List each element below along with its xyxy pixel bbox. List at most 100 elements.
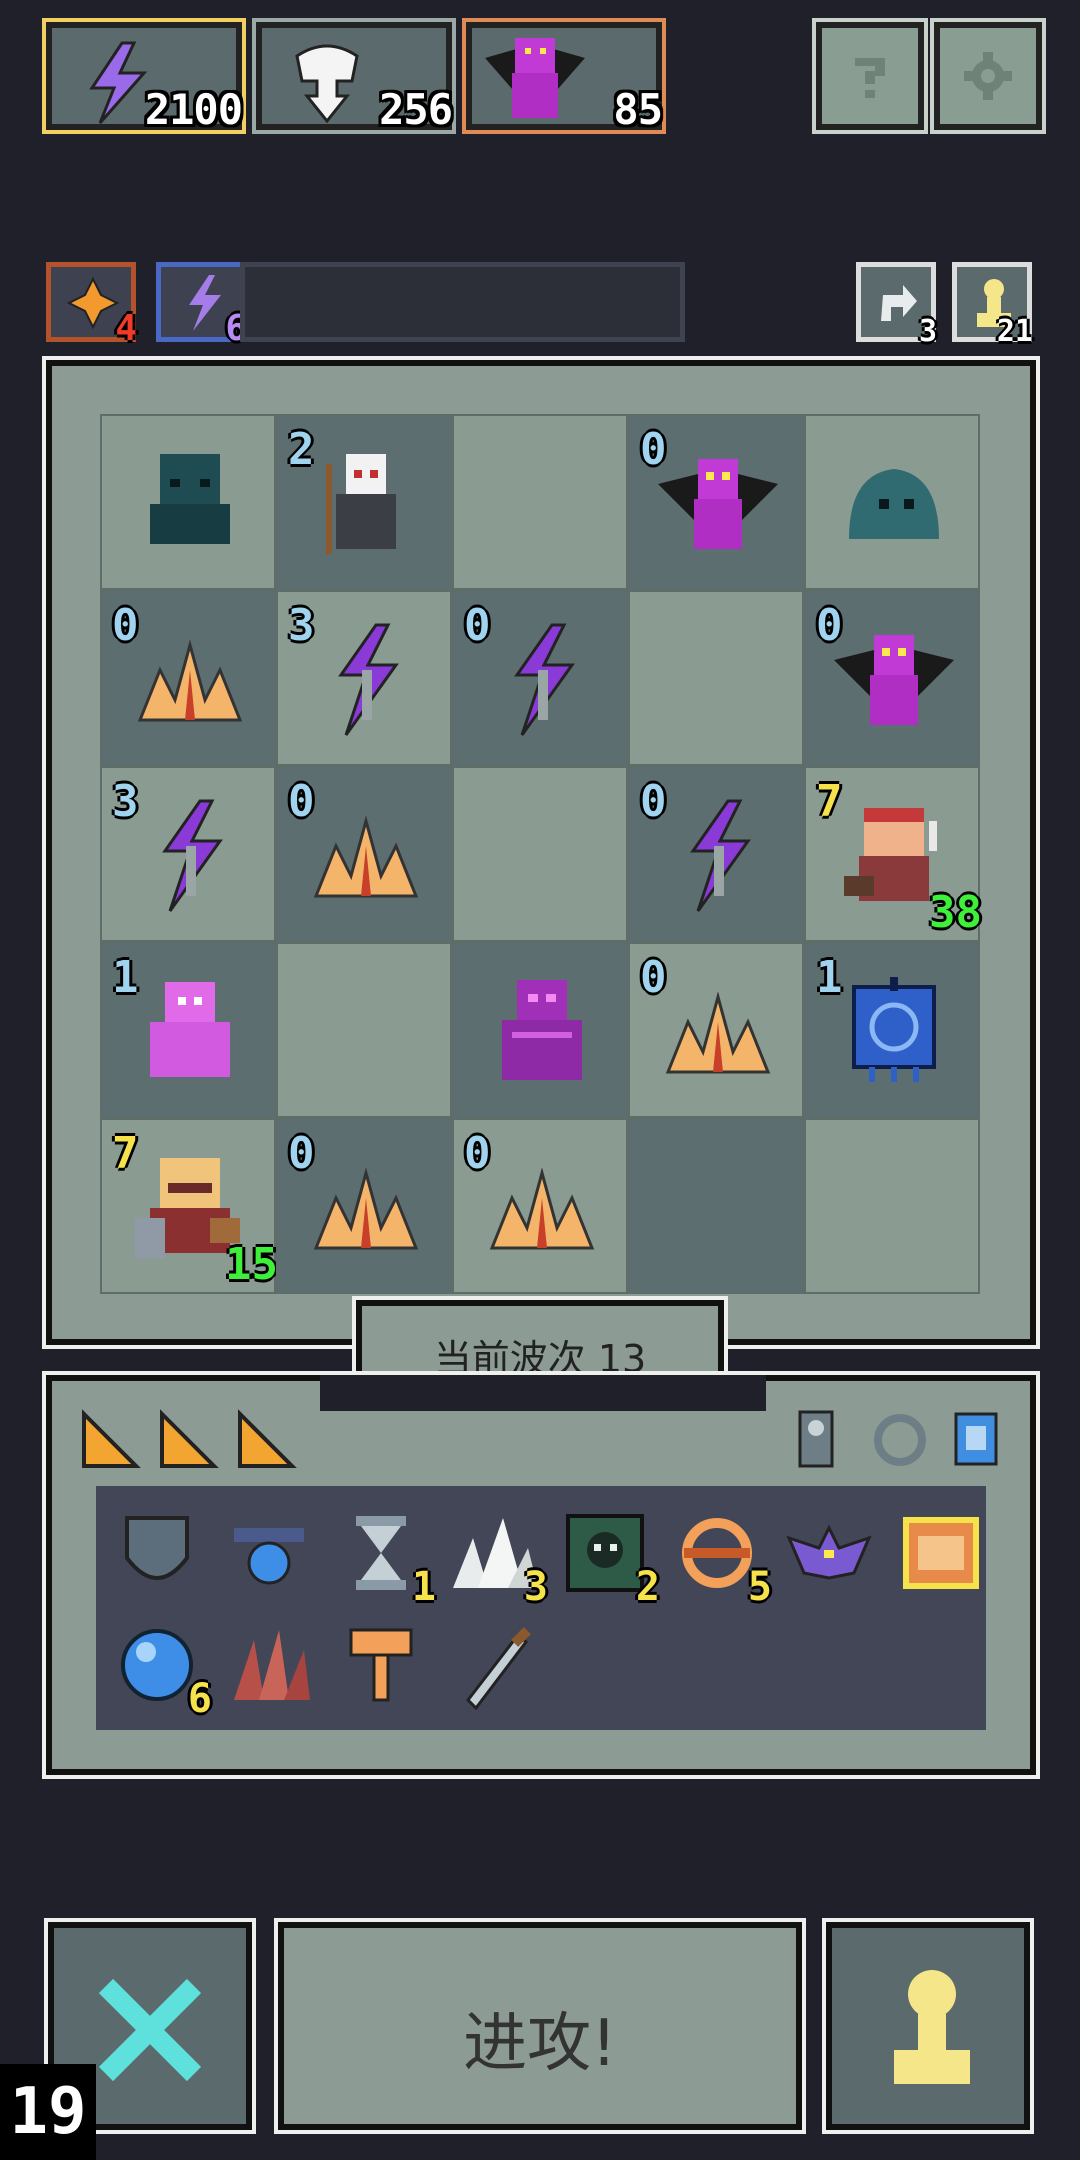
board-cell[interactable] (276, 942, 452, 1118)
unit-level: 0 (112, 600, 139, 651)
inventory-item[interactable]: 3 (448, 1508, 548, 1610)
unit-level: 0 (464, 600, 491, 651)
lightning-boost[interactable]: 6 (156, 262, 247, 349)
board-cell[interactable]: 7 15 (100, 1118, 278, 1294)
board-cell[interactable]: 0 (628, 942, 804, 1118)
amulet-icon (234, 1528, 304, 1585)
board-cell[interactable]: 3 (276, 590, 452, 766)
dragon-icon (485, 38, 585, 118)
item-count: 5 (747, 1564, 772, 1610)
inventory-item[interactable] (784, 1508, 874, 1598)
board-cell[interactable]: 1 (804, 942, 980, 1118)
scroll-icon (903, 1517, 979, 1589)
lightning-icon (189, 275, 221, 331)
board-cell[interactable]: 3 (100, 766, 276, 942)
unit-level: 0 (288, 1128, 315, 1179)
unit-level: 0 (640, 952, 667, 1003)
tickets-row (78, 1400, 308, 1480)
inventory-item[interactable] (112, 1508, 202, 1598)
ticket-icon[interactable] (78, 1408, 142, 1472)
inventory-item[interactable]: 6 (112, 1620, 212, 1722)
board-cell[interactable] (100, 414, 276, 590)
boss-resource[interactable]: 85 (462, 18, 666, 134)
reroll-count: 3 (918, 314, 937, 349)
claw-icon (234, 1630, 310, 1700)
ring-slot-icon[interactable] (870, 1410, 930, 1470)
inventory-item[interactable] (224, 1508, 314, 1598)
unit-level: 7 (112, 1128, 139, 1179)
settings-button[interactable] (930, 18, 1046, 134)
board-cell[interactable]: 0 (276, 766, 452, 942)
board-cell[interactable]: 0 (452, 590, 628, 766)
units-menu-button[interactable] (822, 1918, 1034, 2134)
help-button[interactable] (812, 18, 928, 134)
item-count: 3 (523, 1564, 548, 1610)
inventory-item[interactable]: 2 (560, 1508, 660, 1610)
helmet-slot-icon[interactable] (946, 1406, 1006, 1472)
board-cell[interactable]: 7 38 (804, 766, 982, 942)
board-cell[interactable]: 0 (276, 1118, 452, 1294)
inventory-item[interactable] (448, 1620, 538, 1711)
board-cell[interactable]: 0 (628, 414, 804, 590)
unit-level: 3 (288, 600, 315, 651)
units-button[interactable]: 21 (952, 262, 1033, 349)
close-icon (98, 1978, 202, 2082)
sword-icon (466, 1627, 531, 1711)
unit-level: 0 (816, 600, 843, 651)
souls-resource[interactable]: 256 (252, 18, 456, 134)
item-count: 2 (635, 1564, 660, 1610)
fire-crystal-unit (313, 1167, 419, 1250)
inventory-item[interactable] (896, 1508, 986, 1598)
dragon-unit (834, 635, 954, 725)
shield-icon (125, 1516, 189, 1580)
board-cell[interactable]: 0 (452, 1118, 628, 1294)
board-cell[interactable]: 0 (100, 590, 276, 766)
board-cell[interactable] (628, 590, 804, 766)
board-cell[interactable] (804, 1118, 980, 1294)
board-cell[interactable] (452, 414, 628, 590)
inventory-item[interactable]: 1 (336, 1508, 436, 1610)
board-cell[interactable]: 1 (100, 942, 276, 1118)
board-cell[interactable]: 0 (804, 590, 980, 766)
inventory-item[interactable] (336, 1620, 426, 1710)
fire-crystal-unit (137, 639, 243, 722)
fire-crystal-unit (313, 815, 419, 898)
attack-button[interactable]: 进攻! (274, 1918, 806, 2134)
soul-icon (295, 44, 359, 124)
item-count: 1 (411, 1564, 436, 1610)
board-cell[interactable] (452, 942, 628, 1118)
unit-level: 0 (640, 776, 667, 827)
board-cell[interactable]: 0 (628, 766, 804, 942)
reroll-icon (881, 285, 917, 321)
lightning-unit (514, 623, 575, 736)
fire-icon (66, 276, 120, 330)
unit-level: 1 (816, 952, 843, 1003)
board-cell[interactable] (804, 414, 980, 590)
fire-boost[interactable]: 4 (46, 262, 137, 349)
fire-crystal-unit (489, 1167, 595, 1250)
blue-banner-unit (852, 977, 936, 1082)
board-cell[interactable] (628, 1118, 804, 1294)
slime-unit (849, 469, 939, 539)
item-count: 6 (187, 1676, 212, 1722)
inventory-item[interactable] (224, 1620, 314, 1710)
energy-resource[interactable]: 2100 (42, 18, 246, 134)
unit-level: 0 (288, 776, 315, 827)
ticket-icon[interactable] (234, 1408, 298, 1472)
unit-level: 7 (816, 776, 843, 827)
unit-hp: 38 (929, 887, 982, 938)
reroll-button[interactable]: 3 (856, 262, 937, 349)
inventory-items: 1 3 2 5 6 (96, 1486, 986, 1730)
cthulhu-unit (150, 454, 230, 544)
board-cell[interactable] (452, 766, 628, 942)
board-cell[interactable]: 2 (276, 414, 452, 590)
inventory-item[interactable]: 5 (672, 1508, 772, 1610)
unit-level: 2 (288, 424, 315, 475)
lightning-unit (162, 799, 223, 912)
ticket-icon[interactable] (156, 1408, 220, 1472)
key-icon (349, 1628, 413, 1702)
armor-slot-icon[interactable] (786, 1406, 846, 1472)
lightning-unit (338, 623, 399, 736)
attack-label: 进攻! (463, 2007, 617, 2081)
energy-count: 2100 (144, 85, 243, 134)
